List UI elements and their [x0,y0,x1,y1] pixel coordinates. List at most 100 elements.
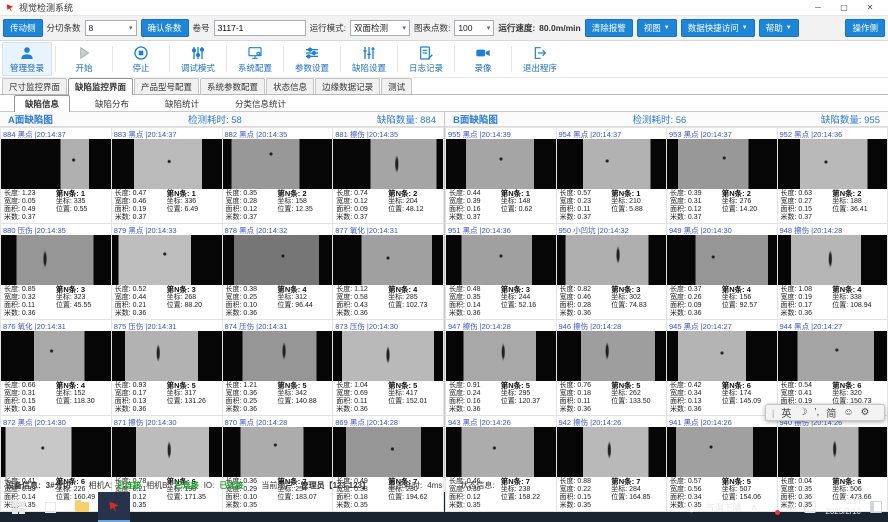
defect-cell[interactable]: 947 擦伤 |20:14:28长度: 0.91第N条: 5宽度: 0.24坐标… [446,320,556,415]
defect-cell[interactable]: 880 压伤 |20:14:35长度: 0.85第N条: 3宽度: 0.32坐标… [1,224,111,319]
main-tab-1[interactable]: 缺陷监控界面 [68,78,133,95]
defect-cell[interactable]: 883 黑点 |20:14:37长度: 0.47第N条: 1宽度: 0.46坐标… [112,128,222,223]
defect-cell[interactable]: 944 黑点 |20:14:27长度: 0.54第N条: 6宽度: 0.41坐标… [778,320,888,415]
defect-cell[interactable]: 946 擦伤 |20:14:28长度: 0.76第N条: 5宽度: 0.18坐标… [557,320,667,415]
stat-row: 面积: 0.16位置: 120.37 [449,398,553,406]
stat-row: 长度: 0.42第N条: 6 [670,382,774,390]
start-button[interactable] [2,492,34,522]
toolbar-button-sliders-h[interactable]: 参数设置 [287,42,337,76]
stat-position: 位置: 102.73 [388,302,427,310]
detection-app-taskbar-button[interactable] [98,492,130,522]
roll-number-input[interactable] [214,20,306,36]
defect-cell[interactable]: 952 黑点 |20:14:36长度: 0.63第N条: 2宽度: 0.27坐标… [778,128,888,223]
defect-cell[interactable]: 949 黑点 |20:14:30长度: 0.37第N条: 4宽度: 0.26坐标… [667,224,777,319]
ime-english-toggle[interactable]: 英 [781,405,791,420]
defect-cell[interactable]: 877 氧化 |20:14:31长度: 1.12第N条: 4宽度: 0.58坐标… [333,224,443,319]
stat-width: 宽度: 0.32 [4,294,56,302]
stat-row: 宽度: 0.58坐标: 285 [336,294,440,302]
main-tab-2[interactable]: 产品型号配置 [134,78,199,94]
defect-cell[interactable]: 948 擦伤 |20:14:28长度: 1.08第N条: 4宽度: 0.19坐标… [778,224,888,319]
toolbar-button-camera[interactable]: 录像 [458,42,508,76]
toolbar-button-exit[interactable]: 退出程序 [515,42,565,76]
data-access-menu-button[interactable]: 数据快捷访问 ▼ [681,19,755,37]
toolbar-button-tune[interactable]: 调试模式 [173,42,223,76]
defect-cell[interactable]: 945 黑点 |20:14:27长度: 0.42第N条: 6宽度: 0.34坐标… [667,320,777,415]
help-menu-button[interactable]: 帮助 ▼ [759,19,799,37]
defect-cell[interactable]: 870 黑点 |20:14:28长度: 0.36第N条: 7宽度: 0.29坐标… [223,416,333,511]
defect-cell[interactable]: 951 黑点 |20:14:36长度: 0.48第N条: 3宽度: 0.35坐标… [446,224,556,319]
slit-count-select[interactable]: 8 ▾ [85,20,137,36]
ime-mode-icon[interactable] [804,501,816,513]
main-tab-6[interactable]: 测试 [381,78,412,94]
maximize-button[interactable]: ▢ [831,3,857,12]
confirm-count-button[interactable]: 确认条数 [141,19,189,37]
ime-settings-gear-icon[interactable]: ⚙ [861,407,870,418]
sub-tab-2[interactable]: 缺陷统计 [154,95,210,111]
ime-simplified-toggle[interactable]: 简 [826,405,836,420]
run-mode-select[interactable]: 双面检测 ▾ [350,20,410,36]
action-center-icon[interactable] [870,501,882,513]
defect-cell[interactable]: 882 黑点 |20:14:35长度: 0.35第N条: 2宽度: 0.28坐标… [223,128,333,223]
view-menu-button[interactable]: 视图 ▼ [637,19,677,37]
defect-cell[interactable]: 878 黑点 |20:14:32长度: 0.38第N条: 4宽度: 0.25坐标… [223,224,333,319]
defect-cell[interactable]: 954 黑点 |20:14:37长度: 0.57第N条: 1宽度: 0.23坐标… [557,128,667,223]
ime-punctuation-toggle[interactable]: ’, [814,407,819,418]
chart-points-select[interactable]: 100 ▾ [454,20,494,36]
defect-cell[interactable]: 884 黑点 |20:14:37长度: 1.23第N条: 1宽度: 0.05坐标… [1,128,111,223]
toolbar-button-play[interactable]: 开始 [59,42,109,76]
defect-cell[interactable]: 876 氧化 |20:14:31长度: 0.66第N条: 4宽度: 0.31坐标… [1,320,111,415]
camera-a-status: 已连接 [117,480,141,491]
weather-headline[interactable]: 气温下降 [706,501,742,514]
run-mode-label: 运行模式: [310,22,346,34]
clear-alarm-button[interactable]: 清除报警 [585,19,633,37]
defect-cell-header: 949 黑点 |20:14:30 [667,224,777,235]
defect-grid: 884 黑点 |20:14:37长度: 1.23第N条: 1宽度: 0.05坐标… [0,127,444,512]
main-tab-5[interactable]: 边缘数据记录 [315,78,380,94]
defect-cell[interactable]: 955 黑点 |20:14:39长度: 0.44第N条: 1宽度: 0.39坐标… [446,128,556,223]
toolbar-button-stop[interactable]: 停止 [116,42,166,76]
toolbar-button-sliders-v[interactable]: 缺陷设置 [344,42,394,76]
task-view-button[interactable] [34,492,66,522]
stat-row: 宽度: 0.31坐标: 152 [4,390,108,398]
stat-area: 面积: 0.11 [560,398,612,406]
tray-expand-chevron[interactable]: ∧ [751,502,758,513]
sub-tab-0[interactable]: 缺陷信息 [14,95,70,112]
notification-app-icon[interactable] [766,502,777,513]
sub-tab-1[interactable]: 缺陷分布 [84,95,140,111]
run-speed-label: 运行速度: [498,22,535,34]
ime-emoji-icon[interactable]: ☺ [843,407,853,418]
defect-cell[interactable]: 869 黑点 |20:14:28长度: 0.49第N条: 7宽度: 0.38坐标… [333,416,443,511]
stat-coordinate: 坐标: 507 [722,486,752,494]
stat-meter: 米数: 0.37 [115,214,167,222]
defect-cell[interactable]: 950 小凹坑 |20:14:32长度: 0.82第N条: 3宽度: 0.46坐… [557,224,667,319]
toolbar-button-log[interactable]: 日志记录 [401,42,451,76]
defect-cell[interactable]: 874 压伤 |20:14:31长度: 1.21第N条: 5宽度: 0.36坐标… [223,320,333,415]
defect-image [778,331,888,381]
stat-row: 宽度: 0.34坐标: 174 [670,390,774,398]
defect-cell[interactable]: 953 黑点 |20:14:37长度: 0.39第N条: 2宽度: 0.31坐标… [667,128,777,223]
defect-cell[interactable]: 942 擦伤 |20:14:26长度: 0.88第N条: 7宽度: 0.22坐标… [557,416,667,511]
display-time-label: 显示耗时: [388,480,422,491]
defect-image [446,139,556,189]
main-tab-0[interactable]: 尺寸监控界面 [2,78,67,94]
main-tab-3[interactable]: 系统参数配置 [200,78,265,94]
defect-cell[interactable]: 879 黑点 |20:14:33长度: 0.52第N条: 3宽度: 0.44坐标… [112,224,222,319]
minimize-button[interactable]: ─ [805,3,831,12]
main-tab-4[interactable]: 状态信息 [266,78,314,94]
toolbar-button-monitor[interactable]: 系统配置 [230,42,280,76]
operator-side-button[interactable]: 操作侧 [845,19,885,37]
defect-cell[interactable]: 943 黑点 |20:14:26长度: 0.46第N条: 7宽度: 0.30坐标… [446,416,556,511]
defect-cell[interactable]: 881 擦伤 |20:14:35长度: 0.74第N条: 2宽度: 0.12坐标… [333,128,443,223]
defect-cell[interactable]: 875 压伤 |20:14:31长度: 0.93第N条: 5宽度: 0.17坐标… [112,320,222,415]
sub-tab-3[interactable]: 分类信息统计 [224,95,297,111]
file-explorer-button[interactable] [66,492,98,522]
defect-panels: A面缺陷图检测耗时: 58缺陷数量: 884884 黑点 |20:14:37长度… [0,112,888,478]
close-button[interactable]: ✕ [857,3,883,12]
toolbar-button-user[interactable]: 管理登录 [2,42,52,76]
defect-cell[interactable]: 873 压伤 |20:14:30长度: 1.04第N条: 5宽度: 0.69坐标… [333,320,443,415]
taskbar-clock[interactable]: 20:14 2025/2/10 [825,497,861,517]
drive-side-button[interactable]: 传动侧 [3,19,43,37]
ime-halfwidth-moon-icon[interactable]: ☽ [798,407,807,418]
ime-language-indicator[interactable]: 英 [786,501,795,514]
ime-drag-handle[interactable]: | [772,408,774,418]
